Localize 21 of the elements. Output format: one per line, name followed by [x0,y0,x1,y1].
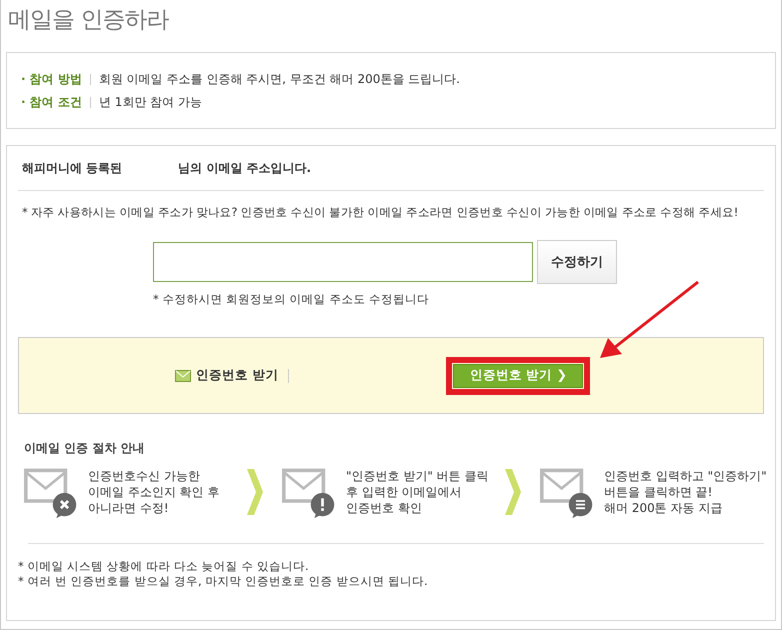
verify-label: 인증번호 받기 [196,367,278,384]
info-label: · 참여 조건 [21,94,82,111]
edit-button[interactable]: 수정하기 [537,240,617,284]
chevron-icon [505,469,521,515]
chevron-icon [247,469,263,515]
email-field[interactable] [153,242,533,282]
info-text: 년 1회만 참여 가능 [98,94,202,111]
step-text: 인증번호 입력하고 "인증하기" 버튼을 클릭하면 끝! 해머 200톤 자동 지급 [604,468,767,516]
registered-suffix: 님의 이메일 주소입니다. [178,160,312,177]
notice-text: * 자주 사용하시는 이메일 주소가 맞나요? 인증번호 수신이 불가한 이메일 주소라면 인증번호 수신이 가능한 이메일 주소로 수정해 주세요! [21,204,740,220]
envelope-icon [175,370,191,382]
registered-prefix: 해피머니에 등록된 [22,160,122,177]
edit-note: * 수정하시면 회원정보의 이메일 주소도 수정됩니다 [153,292,430,307]
footnote: * 이메일 시스템 상황에 따라 다소 늦어질 수 있습니다. [18,559,310,574]
step-text: "인증번호 받기" 버튼 클릭 후 입력한 이메일에서 인증번호 확인 [346,468,488,516]
step-text: 인증번호수신 가능한 이메일 주소인지 확인 후 아니라면 수정! [88,468,220,516]
info-text: 회원 이메일 주소를 인증해 주시면, 무조건 해머 200톤을 드립니다. [98,71,460,88]
info-label: · 참여 방법 [21,71,82,88]
steps-title: 이메일 인증 절차 안내 [24,440,146,457]
page-title: 메일을 인증하라 [7,6,170,35]
footnote: * 여러 번 인증번호를 받으실 경우, 마지막 인증번호로 인증 받으시면 됩니다. [18,574,429,589]
